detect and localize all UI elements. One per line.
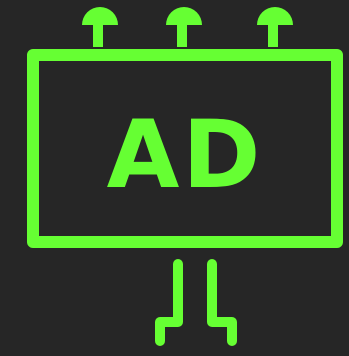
lamp-right-icon [257, 7, 293, 47]
ad-label: AD [107, 101, 264, 210]
billboard-legs [155, 259, 237, 346]
billboard-icon: AD [27, 7, 343, 346]
lamp-left-icon [82, 7, 118, 47]
billboard-canvas: AD [0, 0, 349, 356]
lamp-middle-icon [166, 7, 202, 47]
